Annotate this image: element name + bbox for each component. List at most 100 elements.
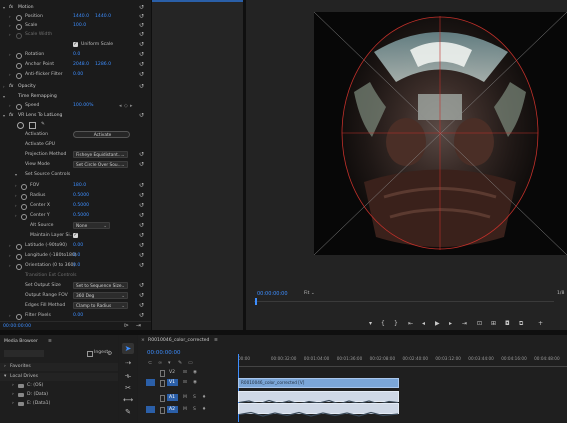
expand-arrow-icon[interactable]: ›: [9, 253, 11, 258]
go-to-in-icon[interactable]: ⇤: [408, 320, 413, 328]
panel-menu-icon[interactable]: ≡: [48, 339, 52, 345]
stopwatch-icon[interactable]: [16, 15, 22, 21]
reset-icon[interactable]: ↺: [139, 313, 145, 319]
reset-icon[interactable]: ↺: [139, 23, 145, 29]
mark-in-icon[interactable]: {: [381, 320, 385, 328]
reset-icon[interactable]: ↺: [139, 243, 145, 249]
stopwatch-icon[interactable]: [16, 254, 22, 260]
fit-dropdown[interactable]: Fit ⌄: [304, 291, 315, 297]
expand-arrow-icon[interactable]: ›: [3, 84, 5, 89]
uniform-scale-checkbox[interactable]: ✓: [73, 42, 78, 47]
fov-value[interactable]: 180.0: [73, 183, 86, 189]
stopwatch-icon[interactable]: [16, 63, 22, 69]
source-patch-a2[interactable]: [146, 406, 155, 413]
reset-icon[interactable]: ↺: [139, 253, 145, 259]
close-icon[interactable]: ×: [141, 338, 145, 344]
reset-icon[interactable]: ↺: [139, 223, 145, 229]
rotation-value[interactable]: 0.0: [73, 52, 80, 58]
stopwatch-icon[interactable]: [21, 214, 27, 220]
expand-arrow-icon[interactable]: ›: [9, 23, 11, 28]
lock-icon[interactable]: [160, 395, 165, 402]
output-size-dropdown[interactable]: Set to Sequence Size ⌄: [73, 282, 128, 289]
lock-icon[interactable]: [160, 370, 165, 377]
edges-dropdown[interactable]: Clamp to Radius ⌄: [73, 302, 128, 309]
reset-icon[interactable]: ↺: [139, 203, 145, 209]
position-y-value[interactable]: 1440.0: [95, 14, 111, 20]
keyframe-add-icon[interactable]: ◇: [124, 104, 128, 109]
program-timecode[interactable]: 00:00:00:00: [257, 291, 288, 297]
expand-arrow-icon[interactable]: ›: [9, 72, 11, 77]
projection-dropdown[interactable]: Fisheye Equidistant... ⌄: [73, 151, 128, 158]
time-remap-row[interactable]: ▾ Time Remapping: [0, 93, 151, 102]
reset-icon[interactable]: ↺: [139, 263, 145, 269]
expand-arrow-icon[interactable]: ›: [12, 401, 14, 407]
expand-arrow-icon[interactable]: ›: [9, 14, 11, 19]
stopwatch-icon[interactable]: [21, 204, 27, 210]
captions-icon[interactable]: ▭: [188, 360, 193, 366]
center-x-value[interactable]: 0.5000: [73, 203, 89, 209]
reset-icon[interactable]: ↺: [139, 62, 145, 68]
reset-icon[interactable]: ↺: [139, 193, 145, 199]
expand-arrow-icon[interactable]: ›: [9, 263, 11, 268]
expand-arrow-icon[interactable]: ›: [4, 364, 6, 370]
expand-arrow-icon[interactable]: ›: [9, 243, 11, 248]
solo-button[interactable]: S: [193, 407, 196, 413]
step-back-icon[interactable]: ◂: [422, 320, 425, 328]
sequence-tab[interactable]: R0010046_color_corrected: [148, 338, 209, 344]
expand-arrow-icon[interactable]: ›: [12, 383, 14, 389]
mic-icon[interactable]: ♦: [202, 395, 206, 401]
filter-icon[interactable]: ⊳: [124, 323, 129, 329]
media-browser-tab[interactable]: Media Browser: [4, 339, 38, 345]
speed-value[interactable]: 100.00%: [73, 103, 93, 109]
position-x-value[interactable]: 1440.0: [73, 14, 89, 20]
anchor-x-value[interactable]: 2048.0: [73, 62, 89, 68]
ingest-checkbox[interactable]: [87, 351, 93, 357]
reset-icon[interactable]: ↺: [139, 162, 145, 168]
collapse-arrow-icon[interactable]: ▾: [3, 113, 5, 118]
orientation-value[interactable]: 0.0: [73, 263, 80, 269]
add-marker-icon[interactable]: ▾: [168, 360, 171, 366]
anchor-y-value[interactable]: 1286.0: [95, 62, 111, 68]
step-forward-icon[interactable]: ▸: [449, 320, 452, 328]
audio-clip-a1[interactable]: [238, 391, 399, 405]
collapse-arrow-icon[interactable]: ▾: [3, 5, 5, 10]
local-drives-row[interactable]: ▾ Local Drives: [0, 373, 118, 381]
reset-icon[interactable]: ↺: [139, 283, 145, 289]
motion-row[interactable]: ▾ fx Motion ↺: [0, 4, 151, 13]
effect-clip-bar[interactable]: [152, 0, 243, 2]
timeline-timecode[interactable]: 00:00:00:00: [147, 350, 181, 356]
linked-selection-icon[interactable]: ∞: [158, 360, 162, 366]
expand-arrow-icon[interactable]: ›: [9, 313, 11, 318]
wrench-icon[interactable]: ✎: [178, 360, 182, 366]
mute-button[interactable]: M: [183, 407, 187, 413]
reset-icon[interactable]: ↺: [139, 72, 145, 78]
stopwatch-icon[interactable]: [16, 244, 22, 250]
pen-mask-icon[interactable]: ✎: [41, 122, 45, 128]
selection-tool-icon[interactable]: ➤: [122, 343, 134, 354]
reset-icon[interactable]: ↺: [139, 84, 145, 90]
keyframe-prev-icon[interactable]: ◂: [119, 104, 122, 109]
play-icon[interactable]: ▶: [435, 320, 440, 328]
track-select-tool-icon[interactable]: ⇢: [122, 359, 134, 369]
expand-arrow-icon[interactable]: ›: [12, 392, 14, 398]
sync-lock-icon[interactable]: ⊟: [183, 380, 187, 386]
view-mode-dropdown[interactable]: Set Circle Over Sou... ⌄: [73, 161, 128, 168]
effect-timeline-area[interactable]: [152, 0, 243, 330]
reset-icon[interactable]: ↺: [139, 213, 145, 219]
reset-icon[interactable]: ↺: [139, 5, 145, 11]
mute-button[interactable]: M: [183, 395, 187, 401]
reset-icon[interactable]: ↺: [139, 152, 145, 158]
filter-pixels-value[interactable]: 0.00: [73, 313, 83, 319]
program-playhead[interactable]: [255, 298, 257, 305]
expand-arrow-icon[interactable]: ›: [15, 193, 17, 198]
eye-icon[interactable]: ◉: [193, 370, 197, 376]
radius-value[interactable]: 0.5000: [73, 193, 89, 199]
activate-button[interactable]: Activate: [73, 131, 130, 138]
collapse-arrow-icon[interactable]: ▾: [3, 94, 5, 99]
video-clip[interactable]: R0010046_color_corrected [V]: [238, 378, 399, 388]
stopwatch-icon[interactable]: [21, 184, 27, 190]
razor-tool-icon[interactable]: ✂: [122, 384, 134, 394]
extract-icon[interactable]: ⊞: [491, 320, 496, 328]
antiflicker-value[interactable]: 0.00: [73, 72, 83, 78]
slip-tool-icon[interactable]: ⟷: [122, 396, 134, 406]
